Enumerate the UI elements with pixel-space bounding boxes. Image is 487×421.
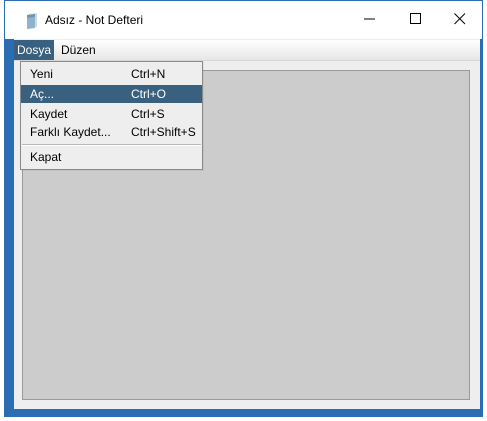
title-bar[interactable]: Adsız - Not Defteri bbox=[5, 1, 482, 39]
maximize-button[interactable] bbox=[393, 1, 439, 39]
minimize-button[interactable] bbox=[347, 1, 393, 39]
menu-dosya[interactable]: Dosya bbox=[14, 40, 55, 60]
app-window: Adsız - Not Defteri Dosya Düzen Yeni Ctr… bbox=[4, 0, 483, 417]
menu-duzen[interactable]: Düzen bbox=[58, 40, 99, 60]
menu-item-label: Aç... bbox=[30, 87, 55, 101]
menu-item-ac[interactable]: Aç... Ctrl+O bbox=[21, 85, 202, 103]
maximize-icon bbox=[410, 12, 422, 28]
menu-item-label: Yeni bbox=[30, 67, 53, 81]
close-icon bbox=[454, 12, 466, 28]
window-title: Adsız - Not Defteri bbox=[45, 13, 144, 27]
menu-item-shortcut: Ctrl+Shift+S bbox=[131, 125, 196, 139]
menu-item-shortcut: Ctrl+O bbox=[131, 87, 167, 101]
menu-item-label: Farklı Kaydet... bbox=[30, 125, 111, 139]
file-menu-dropdown: Yeni Ctrl+N Aç... Ctrl+O Kaydet Ctrl+S F… bbox=[20, 61, 203, 170]
menu-item-kaydet[interactable]: Kaydet Ctrl+S bbox=[21, 105, 202, 123]
menu-item-yeni[interactable]: Yeni Ctrl+N bbox=[21, 65, 202, 83]
menu-item-shortcut: Ctrl+N bbox=[131, 67, 166, 81]
menu-item-label: Kapat bbox=[30, 150, 62, 164]
menu-bar: Dosya Düzen bbox=[14, 40, 480, 61]
minimize-icon bbox=[364, 13, 376, 28]
client-area: Dosya Düzen Yeni Ctrl+N Aç... Ctrl+O Kay… bbox=[14, 39, 480, 409]
menu-item-kapat[interactable]: Kapat bbox=[21, 148, 202, 166]
menu-item-shortcut: Ctrl+S bbox=[131, 107, 165, 121]
notepad-app-icon bbox=[27, 13, 39, 29]
menu-separator bbox=[22, 144, 201, 146]
menu-item-label: Kaydet bbox=[30, 107, 68, 121]
close-button[interactable] bbox=[437, 1, 483, 39]
menu-item-farkli-kaydet[interactable]: Farklı Kaydet... Ctrl+Shift+S bbox=[21, 123, 202, 141]
